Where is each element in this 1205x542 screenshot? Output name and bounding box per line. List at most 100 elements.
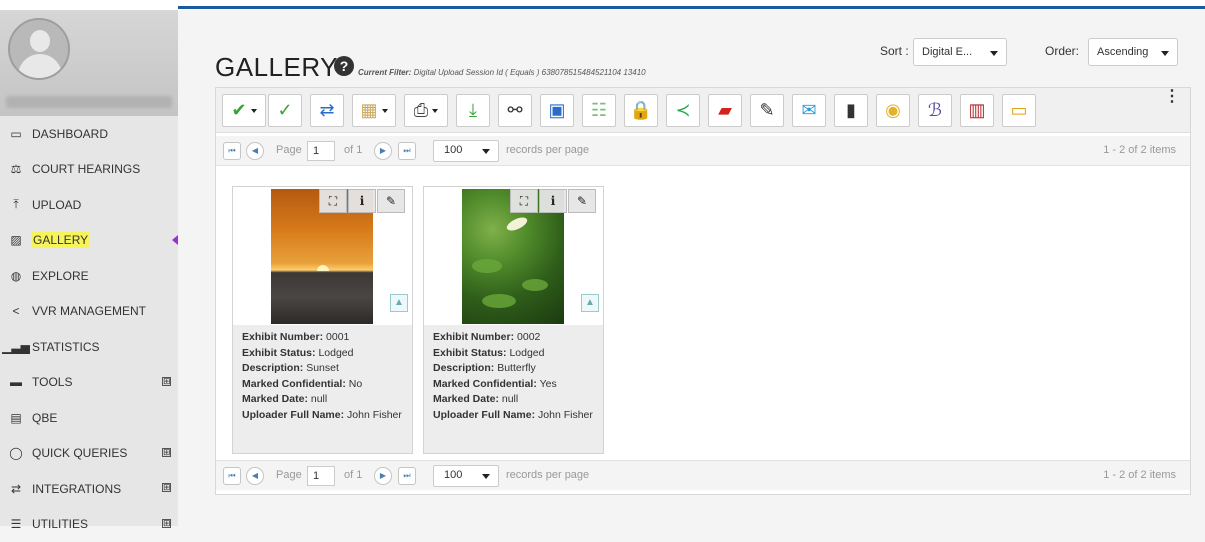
expand-icon[interactable]: ⊞ [162,448,171,457]
sidebar-item-label: TOOLS [32,375,72,389]
speech-bubble-icon: ◯ [8,446,24,460]
chevron-down-icon [482,149,490,154]
disc-button[interactable]: ◉ [876,94,910,127]
trash-button[interactable]: ▮ [834,94,868,127]
avatar[interactable] [8,18,70,80]
page-input[interactable]: 1 [307,141,335,161]
card-button[interactable]: ▭ [1002,94,1036,127]
check-outline-icon: ✓ [277,100,292,121]
bar-chart-icon: ▁▃▅ [8,340,24,354]
info-icon[interactable]: i [348,189,376,213]
barcode-button[interactable]: ▥ [960,94,994,127]
per-page-select[interactable]: 100 [433,140,499,162]
exhibit-details: Exhibit Number: 0001Exhibit Status: Lodg… [242,330,407,424]
next-page-icon[interactable]: ▶ [374,142,392,160]
next-page-icon[interactable]: ▶ [374,467,392,485]
email-icon: ✉ [801,100,816,121]
prev-page-icon[interactable]: ◀ [246,467,264,485]
fullscreen-icon[interactable]: ⛶ [319,189,347,213]
exhibit-number: 0002 [517,331,540,343]
sidebar-item-label: STATISTICS [32,340,100,354]
exhibit-card[interactable]: ⛶i✎▲Exhibit Number: 0001Exhibit Status: … [232,186,413,454]
page-of-label: of 1 [344,469,362,481]
binoculars-button[interactable]: ⚯ [498,94,532,127]
sidebar-item-dashboard[interactable]: ▭DASHBOARD [0,116,178,152]
refresh-icon: ⇄ [319,100,334,121]
edit-icon[interactable]: ✎ [568,189,596,213]
sidebar-item-explore[interactable]: ◍EXPLORE [0,258,178,294]
exhibit-thumbnail[interactable]: ⛶i✎▲ [424,187,603,325]
exhibit-number: 0001 [326,331,349,343]
confidential: Yes [540,378,557,390]
refresh-button[interactable]: ⇄ [310,94,344,127]
email-button[interactable]: ✉ [792,94,826,127]
preview-icon: ▣ [548,100,565,121]
download-icon: ⤓ [469,100,477,121]
sidebar-item-upload[interactable]: ⤒UPLOAD [0,187,178,223]
description-label: Description: [433,362,494,374]
marked-date: null [311,393,327,405]
gallery-toolbar: ⋮ ✔ ✓ ⇄ ▦ ⎙ ⤓ ⚯ ▣ ☷ 🔒 ≺▰✎ ✉ ▮ ◉ ℬ▥▭ [216,88,1190,133]
share-button[interactable]: ≺ [666,94,700,127]
sidebar-item-statistics[interactable]: ▁▃▅ STATISTICS [0,329,178,365]
page-input[interactable]: 1 [307,466,335,486]
exhibit-thumbnail[interactable]: ⛶i✎▲ [233,187,412,325]
edit-icon[interactable]: ✎ [377,189,405,213]
download-button[interactable]: ⤓ [456,94,490,127]
info-icon[interactable]: i [539,189,567,213]
uploader-name: John Fisher [538,409,593,421]
sign-button[interactable]: ✎ [750,94,784,127]
pdf-button[interactable]: ▰ [708,94,742,127]
sidebar-item-label: QBE [32,411,57,425]
check-bold-icon: ✔ [231,100,246,121]
last-page-icon[interactable]: ⏭ [398,142,416,160]
chevron-down-icon [482,474,490,479]
prev-page-icon[interactable]: ◀ [246,142,264,160]
sidebar-item-qbe[interactable]: ▤QBE [0,400,178,436]
sidebar-item-label: QUICK QUERIES [32,446,127,460]
expand-icon[interactable]: ⊞ [162,519,171,528]
list-icon: ☷ [591,100,607,121]
sort-select[interactable]: Digital E... [913,38,1007,66]
lock-button[interactable]: 🔒 [624,94,658,127]
trash-icon: ▮ [846,100,856,121]
confidential-label: Marked Confidential: [433,378,537,390]
clipboard-button[interactable]: ▦ [352,94,396,127]
page-title: GALLERY [215,52,338,83]
exchange-icon: ⇄ [8,482,24,496]
uploader-label: Uploader Full Name: [433,409,535,421]
per-page-select[interactable]: 100 [433,465,499,487]
list-button[interactable]: ☷ [582,94,616,127]
printer-icon: ⎙ [414,100,428,121]
last-page-icon[interactable]: ⏭ [398,467,416,485]
lock-icon: 🔒 [630,100,652,121]
help-icon[interactable]: ? [334,56,354,76]
chevron-down-icon [1161,51,1169,56]
sidebar-item-gallery[interactable]: ▨GALLERY [0,223,178,259]
expand-icon[interactable]: ⊞ [162,377,171,386]
exhibit-status-label: Exhibit Status: [433,347,507,359]
sidebar-item-vvr-management[interactable]: <VVR MANAGEMENT [0,294,178,330]
sidebar-item-quick-queries[interactable]: ◯ QUICK QUERIES ⊞ [0,436,178,472]
check-bold-button[interactable]: ✔ [222,94,266,127]
sidebar-item-court-hearings[interactable]: ⚖COURT HEARINGS [0,152,178,188]
first-page-icon[interactable]: ⏮ [223,142,241,160]
order-select[interactable]: Ascending [1088,38,1178,66]
sidebar-item-utilities[interactable]: ☰UTILITIES⊞ [0,507,178,542]
more-menu-icon[interactable]: ⋮ [1164,94,1180,99]
per-page-label: records per page [506,144,589,156]
first-page-icon[interactable]: ⏮ [223,467,241,485]
preview-button[interactable]: ▣ [540,94,574,127]
per-page-value: 100 [444,469,462,481]
sidebar-item-integrations[interactable]: ⇄INTEGRATIONS⊞ [0,471,178,507]
printer-button[interactable]: ⎙ [404,94,448,127]
main-content: GALLERY ? Current Filter: Digital Upload… [178,10,1205,526]
fullscreen-icon[interactable]: ⛶ [510,189,538,213]
check-outline-button[interactable]: ✓ [268,94,302,127]
disc-icon: ◉ [885,100,901,121]
exhibit-card[interactable]: ⛶i✎▲Exhibit Number: 0002Exhibit Status: … [423,186,604,454]
gallery-icon: ▨ [8,233,24,247]
expand-icon[interactable]: ⊞ [162,483,171,492]
signature-button[interactable]: ℬ [918,94,952,127]
sidebar-item-tools[interactable]: ▬TOOLS⊞ [0,365,178,401]
